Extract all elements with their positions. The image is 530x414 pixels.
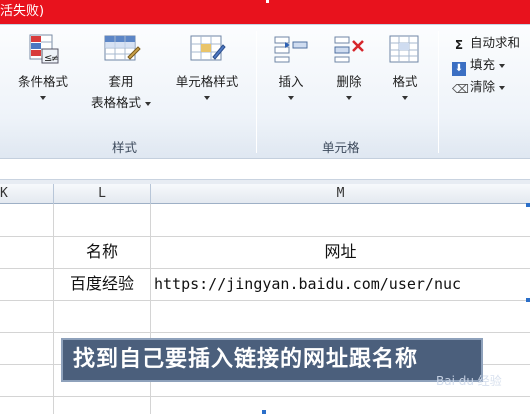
chevron-down-icon	[145, 101, 151, 106]
sigma-icon: Σ	[454, 38, 464, 52]
cells-group-label: 单元格	[322, 140, 360, 155]
watermark-logo: Bai du 经验	[436, 374, 502, 388]
selection-handle	[526, 203, 530, 207]
conditional-formatting-label: 条件格式	[17, 74, 68, 89]
formula-bar-area	[0, 158, 530, 185]
cell-l-name-header[interactable]: 名称	[54, 236, 150, 268]
format-as-table-label-line1: 套用	[108, 74, 134, 89]
cell-m-url-header[interactable]: 网址	[151, 236, 530, 268]
fill-label: 填充	[470, 57, 496, 72]
clear-button[interactable]: ⌫清除	[452, 77, 505, 97]
insert-cells-icon	[274, 36, 308, 63]
conditional-formatting-button[interactable]: ≤ ≠ 条件格式	[8, 33, 78, 100]
grid-line	[0, 332, 530, 333]
autosum-button[interactable]: Σ 自动求和	[452, 33, 520, 53]
group-separator	[256, 31, 257, 153]
selection-handle	[262, 410, 266, 414]
title-bar-marker	[266, 0, 269, 3]
cell-m-url-value[interactable]: https://jingyan.baidu.com/user/nuc	[154, 268, 530, 300]
delete-cells-icon	[334, 36, 364, 63]
table-format-icon	[104, 35, 141, 61]
format-cells-button[interactable]: 格式	[380, 33, 430, 100]
cell-styles-label: 单元格样式	[175, 74, 239, 89]
cell-l-name-value[interactable]: 百度经验	[54, 268, 150, 300]
window-title-bar: 活失败)	[0, 0, 530, 24]
chevron-down-icon	[402, 96, 408, 100]
column-header-bar: K L M	[0, 184, 530, 204]
delete-label: 删除	[336, 74, 362, 89]
format-label: 格式	[392, 74, 418, 89]
column-header-l[interactable]: L	[54, 184, 151, 204]
clear-label: 清除	[470, 79, 496, 94]
eraser-icon: ⌫	[452, 82, 469, 96]
instruction-caption: 找到自己要插入链接的网址跟名称	[61, 338, 483, 382]
cell-styles-button[interactable]: 单元格样式	[164, 33, 250, 100]
grid-line	[0, 396, 530, 397]
insert-label: 插入	[278, 74, 304, 89]
autosum-label: 自动求和	[470, 35, 521, 50]
format-as-table-label-line2: 表格格式	[91, 95, 142, 110]
grid-line	[0, 300, 530, 301]
window-title: 活失败)	[0, 4, 45, 19]
delete-cells-button[interactable]: 删除	[322, 33, 376, 100]
chevron-down-icon	[288, 96, 294, 100]
svg-text:≠: ≠	[51, 54, 59, 64]
cell-style-icon	[190, 35, 226, 61]
chevron-down-icon	[204, 96, 210, 100]
chevron-down-icon	[499, 85, 505, 90]
fill-button[interactable]: ⬇ 填充	[452, 55, 505, 76]
column-header-m[interactable]: M	[151, 184, 530, 204]
chevron-down-icon	[499, 63, 505, 68]
insert-cells-button[interactable]: 插入	[264, 33, 318, 100]
group-separator	[438, 31, 439, 153]
ribbon-home-tab: ≤ ≠ 条件格式 套用 表格格式 单元格样式 样式 插入 删除 格式 单元格 Σ…	[0, 24, 530, 158]
fill-down-icon: ⬇	[452, 62, 466, 76]
styles-group-label: 样式	[112, 140, 138, 155]
format-as-table-button[interactable]: 套用 表格格式	[80, 33, 162, 111]
column-header-k[interactable]: K	[0, 184, 54, 204]
chevron-down-icon	[346, 96, 352, 100]
conditional-format-icon: ≤ ≠	[29, 34, 59, 64]
format-cells-icon	[389, 35, 419, 63]
chevron-down-icon	[40, 96, 46, 100]
